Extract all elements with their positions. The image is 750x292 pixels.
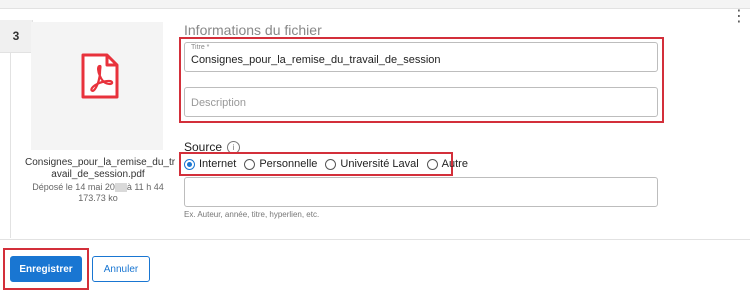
radio-button[interactable] [426,158,438,170]
section-title: Informations du fichier [184,22,322,38]
deposit-date: Déposé le 14 mai 20 à 11 h 44 [25,182,171,193]
radio-internet[interactable]: Internet [184,158,236,170]
radio-autre[interactable]: Autre [426,158,468,170]
top-strip [0,0,750,9]
title-label: Titre * [191,44,210,51]
radio-button[interactable] [325,158,337,170]
radio-label-autre: Autre [441,158,468,170]
file-meta: Déposé le 14 mai 20 à 11 h 44 173.73 ko [25,182,171,204]
save-button[interactable]: Enregistrer [10,256,82,282]
card-number: 3 [0,20,33,53]
file-size: 173.73 ko [78,193,118,203]
title-field[interactable]: Titre * [184,42,665,72]
source-radio-group: Internet Personnelle Université Laval Au… [184,156,476,172]
radio-label-universite-laval: Université Laval [340,158,419,170]
helper-text: Ex. Auteur, année, titre, hyperlien, etc… [184,210,320,219]
file-name-line-1: Consignes_pour_la_remise_du_tr [25,157,176,168]
radio-label-internet: Internet [199,158,237,170]
card-border [10,52,11,238]
footer-divider [0,239,750,240]
radio-button[interactable] [244,158,256,170]
kebab-menu-icon[interactable]: ⋮ [731,8,747,26]
title-input[interactable] [189,53,665,67]
radio-universite-laval[interactable]: Université Laval [325,158,419,170]
cancel-button[interactable]: Annuler [92,256,150,282]
radio-personnelle[interactable]: Personnelle [244,158,317,170]
radio-button-checked[interactable] [184,158,195,170]
radio-label-personnelle: Personnelle [259,158,318,170]
source-details-input[interactable] [189,186,665,200]
file-name: Consignes_pour_la_remise_du_tr avail_de_… [25,157,176,181]
deposit-date-prefix: Déposé le 14 mai 20 [32,182,115,192]
redacted-year [114,183,127,193]
description-field[interactable] [184,87,665,117]
pdf-file-icon [81,53,119,99]
deposit-date-suffix: à 11 h 44 [126,182,164,192]
source-details-field[interactable] [184,177,665,207]
description-input[interactable] [189,96,665,110]
file-name-line-2: avail_de_session.pdf [51,169,145,180]
